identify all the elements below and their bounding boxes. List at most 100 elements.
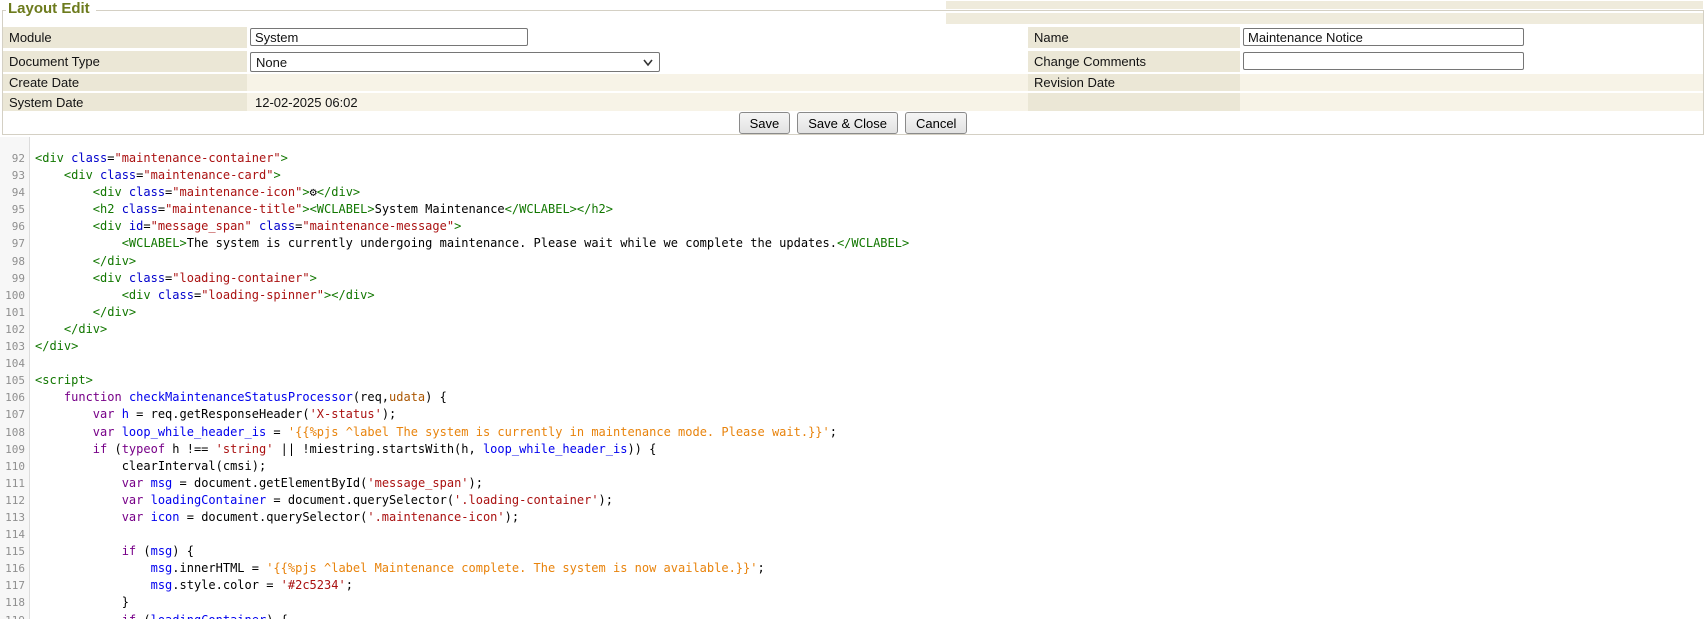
code-line: 103</div> bbox=[0, 338, 1706, 355]
code-text bbox=[25, 526, 35, 543]
code-line: 119 if (loadingContainer) { bbox=[0, 612, 1706, 619]
document-type-select[interactable]: None bbox=[250, 52, 660, 72]
create-date-value bbox=[247, 74, 1028, 91]
code-line: 95 <h2 class="maintenance-title"><WCLABE… bbox=[0, 201, 1706, 218]
code-line: 118 } bbox=[0, 594, 1706, 611]
code-line: 117 msg.style.color = '#2c5234'; bbox=[0, 577, 1706, 594]
code-lines: 92<div class="maintenance-container">93 … bbox=[0, 150, 1706, 619]
change-comments-input[interactable] bbox=[1243, 52, 1524, 70]
line-number: 115 bbox=[0, 543, 25, 560]
code-text: <div class="maintenance-card"> bbox=[25, 167, 281, 184]
document-type-label: Document Type bbox=[9, 54, 100, 69]
code-text: <div class="maintenance-container"> bbox=[25, 150, 288, 167]
code-line: 114 bbox=[0, 526, 1706, 543]
line-number: 107 bbox=[0, 406, 25, 423]
code-line: 102 </div> bbox=[0, 321, 1706, 338]
code-text: function checkMaintenanceStatusProcessor… bbox=[25, 389, 447, 406]
line-number: 118 bbox=[0, 594, 25, 611]
code-text: var loop_while_header_is = '{{%pjs ^labe… bbox=[25, 424, 837, 441]
line-number: 113 bbox=[0, 509, 25, 526]
revision-date-value bbox=[1240, 74, 1703, 91]
code-text: var msg = document.getElementById('messa… bbox=[25, 475, 483, 492]
page-title: Layout Edit bbox=[6, 0, 96, 17]
save-and-close-button[interactable]: Save & Close bbox=[797, 112, 898, 134]
line-number: 92 bbox=[0, 150, 25, 167]
document-type-label-cell: Document Type bbox=[3, 51, 247, 72]
code-text: <script> bbox=[25, 372, 93, 389]
code-line: 96 <div id="message_span" class="mainten… bbox=[0, 218, 1706, 235]
module-label-cell: Module bbox=[3, 27, 247, 48]
line-number: 109 bbox=[0, 441, 25, 458]
code-line: 112 var loadingContainer = document.quer… bbox=[0, 492, 1706, 509]
code-line: 92<div class="maintenance-container"> bbox=[0, 150, 1706, 167]
fieldset-top-border bbox=[2, 10, 1704, 11]
code-line: 104 bbox=[0, 355, 1706, 372]
name-label-cell: Name bbox=[1028, 27, 1240, 48]
cancel-button[interactable]: Cancel bbox=[905, 112, 967, 134]
line-number: 119 bbox=[0, 612, 25, 619]
code-line: 107 var h = req.getResponseHeader('X-sta… bbox=[0, 406, 1706, 423]
code-line: 94 <div class="maintenance-icon">⚙</div> bbox=[0, 184, 1706, 201]
code-line: 106 function checkMaintenanceStatusProce… bbox=[0, 389, 1706, 406]
system-date-label: System Date bbox=[9, 95, 83, 110]
revision-date-label: Revision Date bbox=[1034, 75, 1115, 90]
line-number: 99 bbox=[0, 270, 25, 287]
line-number: 100 bbox=[0, 287, 25, 304]
line-number: 103 bbox=[0, 338, 25, 355]
code-line: 115 if (msg) { bbox=[0, 543, 1706, 560]
line-number: 114 bbox=[0, 526, 25, 543]
code-text: clearInterval(cmsi); bbox=[25, 458, 266, 475]
create-date-label: Create Date bbox=[9, 75, 79, 90]
line-number: 101 bbox=[0, 304, 25, 321]
code-text: <div class="loading-spinner"></div> bbox=[25, 287, 375, 304]
name-input[interactable] bbox=[1243, 28, 1524, 46]
code-text bbox=[25, 355, 35, 372]
code-text: var h = req.getResponseHeader('X-status'… bbox=[25, 406, 396, 423]
document-type-selected-value: None bbox=[256, 55, 287, 70]
code-text: <div id="message_span" class="maintenanc… bbox=[25, 218, 461, 235]
line-number: 102 bbox=[0, 321, 25, 338]
code-text: var icon = document.querySelector('.main… bbox=[25, 509, 519, 526]
code-text: if (msg) { bbox=[25, 543, 194, 560]
code-line: 105<script> bbox=[0, 372, 1706, 389]
line-number: 112 bbox=[0, 492, 25, 509]
fieldset-bottom-border bbox=[2, 134, 1704, 135]
empty-value-cell bbox=[1240, 93, 1703, 111]
code-line: 98 </div> bbox=[0, 253, 1706, 270]
code-text: } bbox=[25, 594, 129, 611]
code-text: <div class="maintenance-icon">⚙</div> bbox=[25, 184, 360, 201]
code-line: 116 msg.innerHTML = '{{%pjs ^label Maint… bbox=[0, 560, 1706, 577]
code-line: 100 <div class="loading-spinner"></div> bbox=[0, 287, 1706, 304]
code-line: 101 </div> bbox=[0, 304, 1706, 321]
code-text: <WCLABEL>The system is currently undergo… bbox=[25, 235, 909, 252]
code-text: <div class="loading-container"> bbox=[25, 270, 317, 287]
line-number: 105 bbox=[0, 372, 25, 389]
code-editor[interactable]: 92<div class="maintenance-container">93 … bbox=[0, 137, 1706, 619]
line-number: 111 bbox=[0, 475, 25, 492]
line-number: 98 bbox=[0, 253, 25, 270]
line-number: 116 bbox=[0, 560, 25, 577]
code-line: 110 clearInterval(cmsi); bbox=[0, 458, 1706, 475]
code-text: msg.style.color = '#2c5234'; bbox=[25, 577, 353, 594]
layout-edit-page: Layout Edit Module Name Document Type No… bbox=[0, 0, 1706, 619]
save-button[interactable]: Save bbox=[739, 112, 791, 134]
line-number: 110 bbox=[0, 458, 25, 475]
line-number: 108 bbox=[0, 424, 25, 441]
line-number: 94 bbox=[0, 184, 25, 201]
revision-date-label-cell: Revision Date bbox=[1028, 74, 1240, 91]
code-text: var loadingContainer = document.querySel… bbox=[25, 492, 613, 509]
module-label: Module bbox=[9, 30, 52, 45]
button-row: Save Save & Close Cancel bbox=[0, 112, 1706, 134]
code-text: if (typeof h !== 'string' || !miestring.… bbox=[25, 441, 656, 458]
code-text: </div> bbox=[25, 253, 136, 270]
line-number: 106 bbox=[0, 389, 25, 406]
module-input[interactable] bbox=[250, 28, 528, 46]
change-comments-label-cell: Change Comments bbox=[1028, 51, 1240, 72]
create-date-label-cell: Create Date bbox=[3, 74, 247, 91]
code-line: 109 if (typeof h !== 'string' || !miestr… bbox=[0, 441, 1706, 458]
line-number: 96 bbox=[0, 218, 25, 235]
code-line: 97 <WCLABEL>The system is currently unde… bbox=[0, 235, 1706, 252]
name-label: Name bbox=[1034, 30, 1069, 45]
code-line: 111 var msg = document.getElementById('m… bbox=[0, 475, 1706, 492]
code-line: 113 var icon = document.querySelector('.… bbox=[0, 509, 1706, 526]
